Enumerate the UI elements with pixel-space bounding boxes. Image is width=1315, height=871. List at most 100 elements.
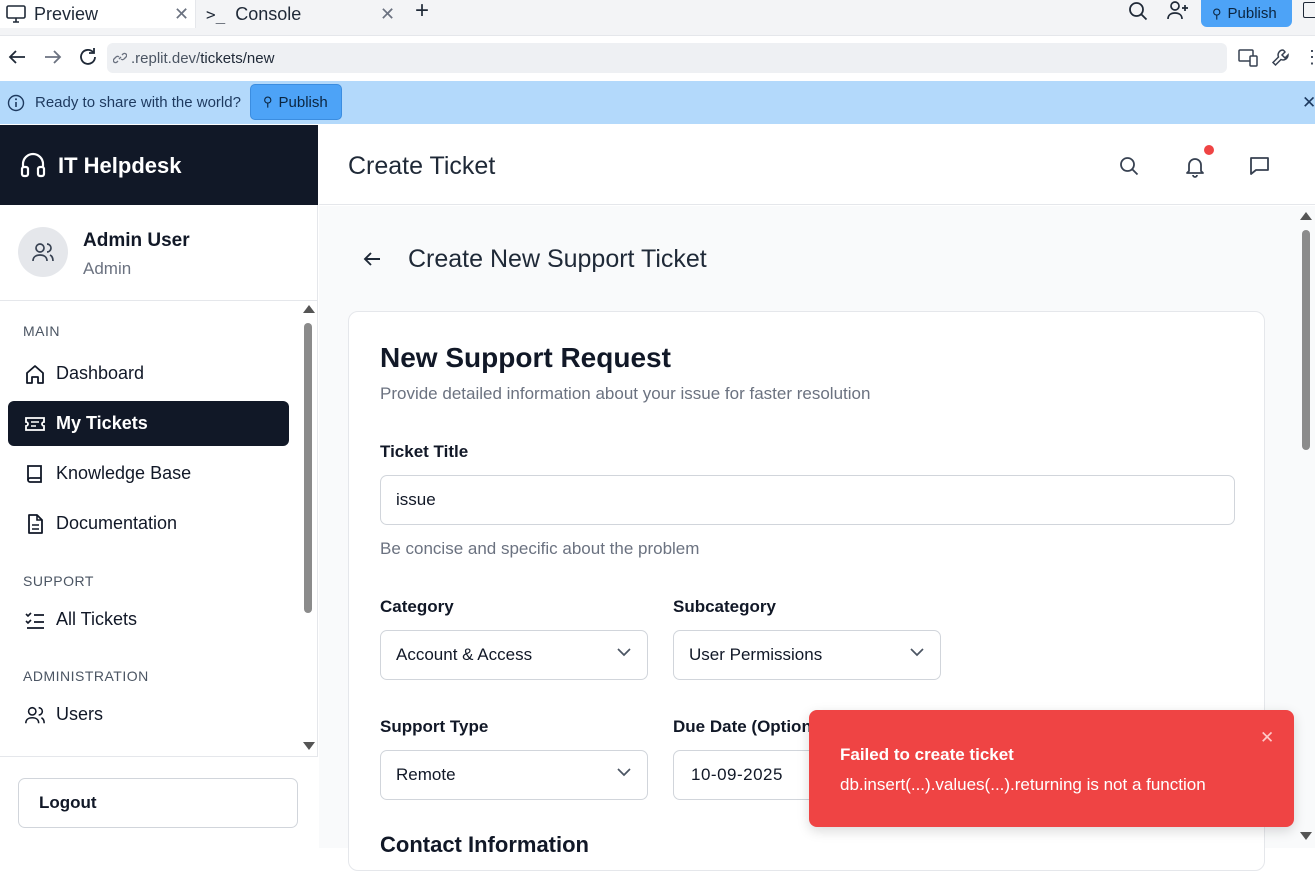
- sidebar-scroll-thumb[interactable]: [304, 323, 312, 613]
- ticket-title-input[interactable]: issue: [380, 475, 1235, 525]
- sidebar-item-all-tickets[interactable]: All Tickets: [8, 597, 289, 642]
- close-tab-console-icon[interactable]: ✕: [380, 4, 395, 25]
- sidebar-item-knowledge-base-label: Knowledge Base: [56, 463, 192, 483]
- user-role: Admin: [83, 259, 132, 278]
- search-icon[interactable]: [1128, 1, 1148, 21]
- sidebar-item-my-tickets[interactable]: My Tickets: [8, 401, 289, 446]
- header-search-icon[interactable]: [1119, 156, 1139, 176]
- window-icon[interactable]: [1303, 2, 1315, 18]
- support-type-value: Remote: [396, 765, 456, 784]
- book-icon: [24, 463, 46, 485]
- back-arrow-icon[interactable]: [363, 251, 381, 267]
- main-scroll-thumb[interactable]: [1302, 230, 1310, 450]
- tab-preview-label: Preview: [34, 3, 99, 24]
- sidebar-footer: Logout: [0, 756, 318, 848]
- sidebar-item-documentation[interactable]: Documentation: [8, 501, 289, 546]
- users-icon: [24, 704, 46, 726]
- category-select[interactable]: Account & Access: [380, 630, 648, 680]
- page-heading: Create New Support Ticket: [408, 245, 707, 273]
- reload-icon[interactable]: [78, 47, 98, 67]
- close-tab-preview-icon[interactable]: ✕: [174, 4, 189, 25]
- category-value: Account & Access: [396, 645, 533, 664]
- support-type-label: Support Type: [380, 717, 489, 736]
- devices-icon[interactable]: [1238, 49, 1258, 67]
- toast-message: db.insert(...).values(...).returning is …: [840, 775, 1206, 794]
- document-icon: [24, 513, 46, 535]
- app-header: Create Ticket: [319, 125, 1315, 205]
- chevron-down-icon: [910, 648, 924, 657]
- publish-top-button[interactable]: ⚲ Publish: [1201, 0, 1292, 27]
- url-domain: .replit.dev/: [131, 49, 201, 67]
- sidebar-item-dashboard[interactable]: Dashboard: [8, 351, 289, 396]
- banner-publish-button[interactable]: ⚲ Publish: [250, 84, 342, 120]
- toast-title: Failed to create ticket: [840, 745, 1014, 764]
- monitor-icon: [6, 5, 26, 23]
- chevron-down-icon: [617, 648, 631, 657]
- avatar: [18, 227, 68, 277]
- sidebar-item-knowledge-base[interactable]: Knowledge Base: [8, 451, 289, 496]
- tab-console-label: Console: [235, 3, 302, 24]
- sidebar-item-users-label: Users: [56, 704, 104, 724]
- list-checks-icon: [24, 609, 46, 631]
- sidebar-scroll-down-icon[interactable]: [303, 742, 315, 750]
- sidebar-item-all-tickets-label: All Tickets: [56, 609, 138, 629]
- card-title: New Support Request: [380, 342, 671, 373]
- due-date-value: 10-09-2025: [691, 765, 783, 784]
- link-icon: [113, 51, 127, 65]
- url-field[interactable]: .replit.dev/tickets/new: [107, 43, 1227, 73]
- headset-icon: [20, 152, 46, 180]
- brand-title: IT Helpdesk: [58, 153, 182, 178]
- user-profile: Admin User Admin: [0, 205, 318, 301]
- tab-console[interactable]: >_ Console ✕: [206, 0, 406, 28]
- banner-message: Ready to share with the world?: [35, 94, 241, 111]
- new-tab-icon[interactable]: +: [415, 0, 429, 23]
- support-type-select[interactable]: Remote: [380, 750, 648, 800]
- sidebar: IT Helpdesk Admin User Admin MAIN Dashbo…: [0, 125, 318, 848]
- back-icon[interactable]: [8, 49, 26, 65]
- sidebar-item-dashboard-label: Dashboard: [56, 363, 145, 383]
- main-scroll-down-icon[interactable]: [1300, 832, 1312, 840]
- card-subtitle: Provide detailed information about your …: [380, 384, 871, 403]
- sidebar-scrollbar[interactable]: [300, 301, 316, 756]
- main-scroll-up-icon[interactable]: [1300, 212, 1312, 220]
- section-support: SUPPORT: [23, 573, 94, 589]
- sidebar-scroll-up-icon[interactable]: [303, 305, 315, 313]
- error-toast: Failed to create ticket db.insert(...).v…: [809, 710, 1294, 827]
- logout-label: Logout: [39, 793, 97, 812]
- contact-info-heading: Contact Information: [380, 832, 589, 857]
- forward-icon[interactable]: [44, 49, 62, 65]
- notification-dot: [1204, 145, 1214, 155]
- main-scrollbar[interactable]: [1297, 206, 1315, 848]
- chevron-down-icon: [617, 768, 631, 777]
- sidebar-item-documentation-label: Documentation: [56, 513, 178, 533]
- ticket-icon: [24, 413, 46, 435]
- messages-icon[interactable]: [1249, 155, 1270, 176]
- wrench-icon[interactable]: [1271, 48, 1290, 67]
- banner-publish-label: Publish: [278, 93, 328, 111]
- sidebar-item-users[interactable]: Users: [8, 692, 289, 737]
- home-icon: [24, 363, 46, 385]
- notification-bell-icon[interactable]: [1184, 154, 1206, 178]
- browser-tab-bar: Preview ✕ >_ Console ✕ + ⚲ Publish: [0, 0, 1315, 36]
- tab-preview[interactable]: Preview ✕: [0, 0, 196, 28]
- banner-publish-icon: ⚲: [263, 94, 273, 109]
- ticket-title-help: Be concise and specific about the proble…: [380, 539, 700, 558]
- logout-button[interactable]: Logout: [18, 778, 298, 828]
- subcategory-select[interactable]: User Permissions: [673, 630, 941, 680]
- page-title: Create Ticket: [348, 152, 496, 180]
- subcategory-label: Subcategory: [673, 597, 776, 616]
- section-administration: ADMINISTRATION: [23, 668, 149, 684]
- due-date-label: Due Date (Optional): [673, 717, 832, 736]
- category-label: Category: [380, 597, 454, 616]
- invite-user-icon[interactable]: [1166, 0, 1190, 20]
- brand-header: IT Helpdesk: [0, 125, 318, 205]
- url-path: tickets/new: [200, 49, 275, 67]
- publish-top-label: Publish: [1227, 5, 1277, 22]
- sidebar-item-my-tickets-label: My Tickets: [56, 413, 148, 433]
- ticket-title-value: issue: [396, 490, 436, 509]
- publish-top-icon: ⚲: [1212, 5, 1222, 21]
- more-icon[interactable]: ⋮: [1303, 48, 1315, 66]
- toast-close-icon[interactable]: ✕: [1260, 728, 1274, 748]
- user-name: Admin User: [83, 230, 190, 251]
- banner-close-icon[interactable]: ✕: [1302, 93, 1315, 113]
